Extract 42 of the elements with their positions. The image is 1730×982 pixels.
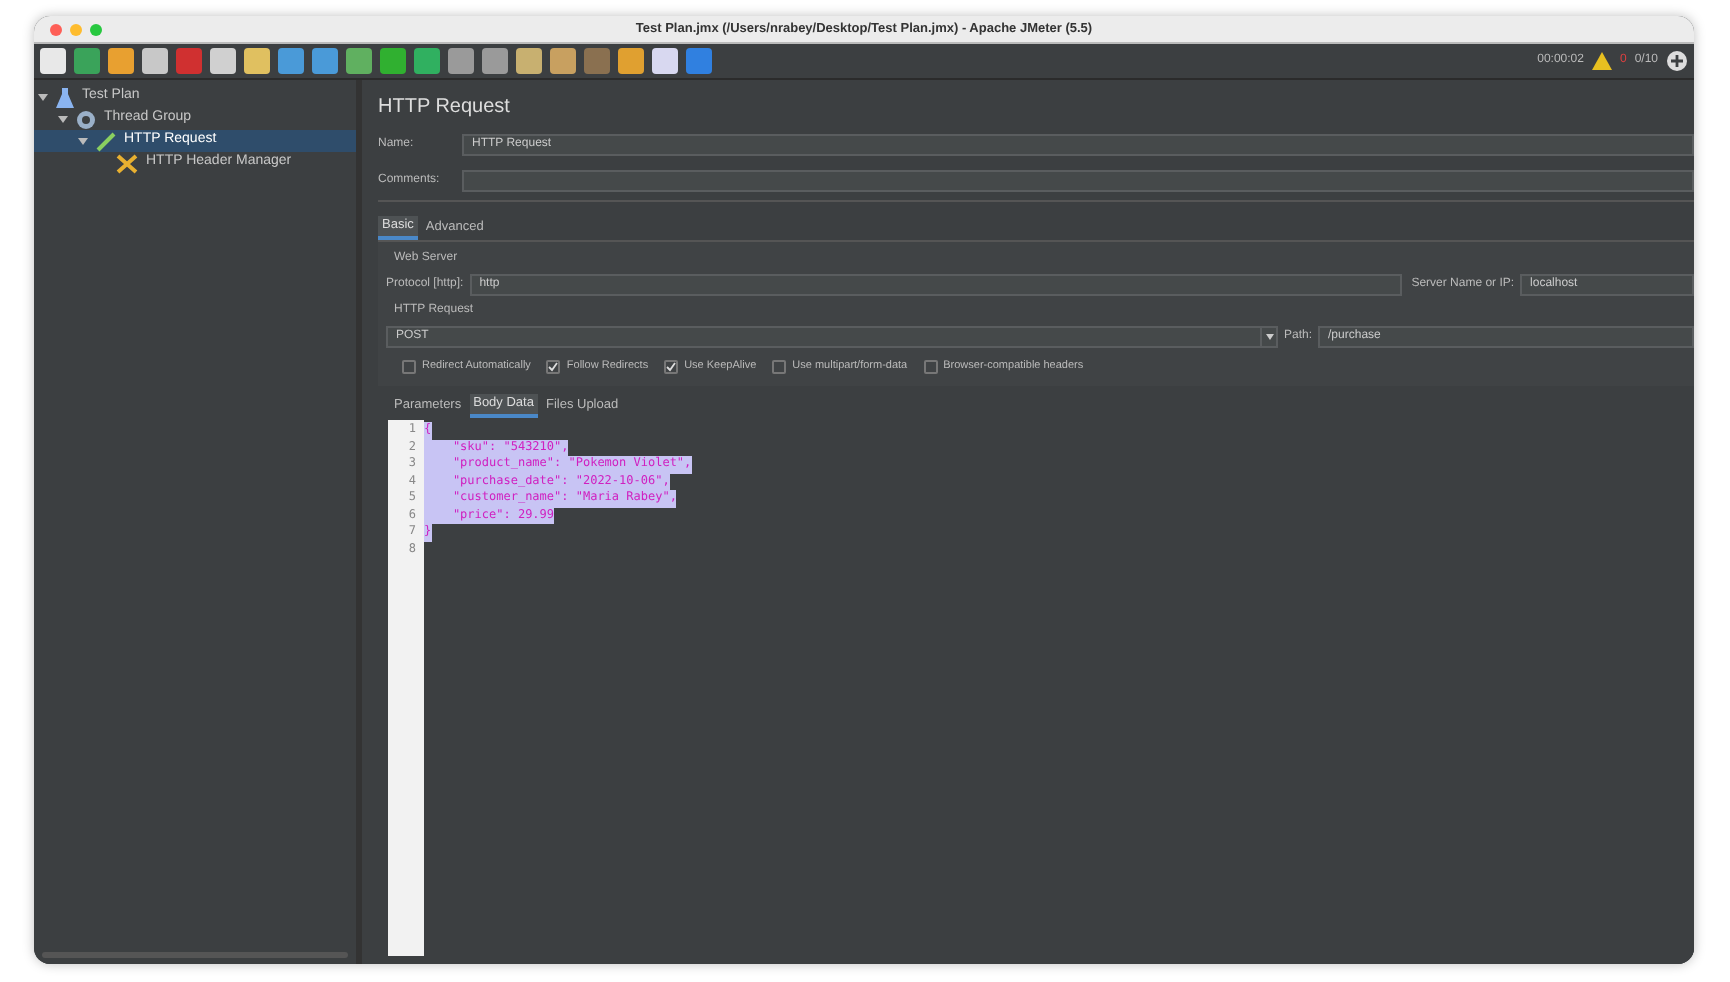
toolbar-icon[interactable]	[244, 48, 270, 74]
pen-icon	[96, 131, 116, 151]
toolbar-icon[interactable]	[278, 48, 304, 74]
toolbar-icon[interactable]	[176, 48, 202, 74]
comments-field[interactable]	[462, 170, 1694, 192]
toolbar-icon[interactable]	[142, 48, 168, 74]
toolbar-icon[interactable]	[108, 48, 134, 74]
toolbar-icon[interactable]	[312, 48, 338, 74]
caret-icon	[1265, 334, 1273, 340]
add-icon[interactable]	[1666, 50, 1688, 72]
gear-icon	[76, 109, 96, 129]
zoom-button[interactable]	[90, 23, 102, 35]
close-button[interactable]	[50, 23, 62, 35]
toolbar-icon[interactable]	[618, 48, 644, 74]
panel-title: HTTP Request	[378, 94, 512, 122]
checkbox[interactable]	[664, 359, 679, 373]
checkbox[interactable]	[546, 359, 561, 373]
toolbar-icon[interactable]	[210, 48, 236, 74]
toolbar-icon[interactable]	[550, 48, 576, 74]
warning-icon[interactable]	[1591, 52, 1612, 70]
toolbar-icon[interactable]	[346, 48, 372, 74]
checkbox[interactable]	[772, 359, 787, 373]
toolbar-icon[interactable]	[40, 48, 66, 74]
flask-icon	[56, 87, 74, 107]
check-icon	[666, 361, 677, 371]
checkbox[interactable]	[923, 359, 938, 373]
tools-icon	[116, 153, 138, 173]
expand-toggle[interactable]	[58, 114, 68, 124]
toolbar-icon[interactable]	[516, 48, 542, 74]
minimize-button[interactable]	[70, 23, 82, 35]
expand-toggle[interactable]	[38, 92, 48, 102]
check-icon	[548, 361, 559, 371]
toolbar-icon[interactable]	[380, 48, 406, 74]
toolbar-icon[interactable]	[686, 48, 712, 74]
toolbar-icon[interactable]	[74, 48, 100, 74]
toolbar-icon[interactable]	[448, 48, 474, 74]
toolbar-icon[interactable]	[482, 48, 508, 74]
checkbox[interactable]	[402, 359, 416, 373]
expand-toggle[interactable]	[78, 136, 88, 146]
toolbar-icon[interactable]	[652, 48, 678, 74]
toolbar-icon[interactable]	[414, 48, 440, 74]
toolbar-icon[interactable]	[584, 48, 610, 74]
